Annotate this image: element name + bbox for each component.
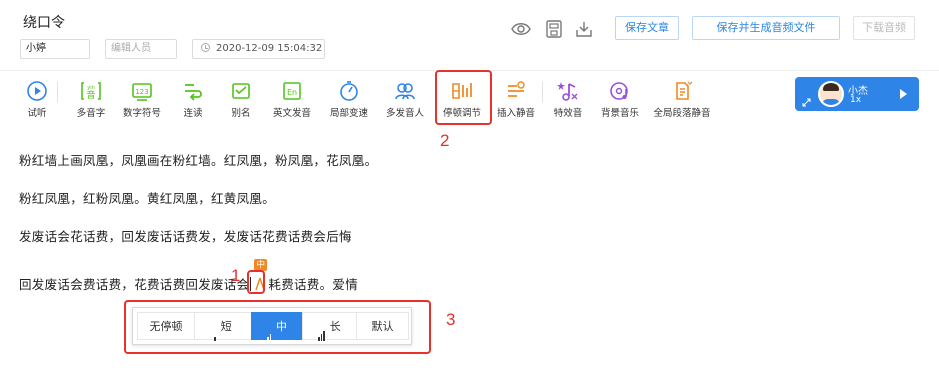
save-and-generate-audio-button[interactable]: 保存并生成音频文件 — [692, 16, 840, 40]
tool-alias[interactable]: 别名 — [229, 80, 253, 119]
voice-speed: 1x — [850, 95, 862, 105]
date-field[interactable]: 2020-12-09 15:04:32 — [192, 39, 325, 59]
annotation-2: 2 — [440, 131, 450, 150]
annotation-3: 3 — [446, 310, 456, 329]
editor-field[interactable]: 编辑人员 — [105, 39, 177, 59]
voice-avatar — [818, 81, 844, 107]
background-music-icon — [610, 82, 628, 100]
download-audio-button[interactable]: 下载音频 — [853, 16, 915, 40]
tool-polyphone-label: 多音字 — [76, 108, 106, 119]
content-line-1[interactable]: 粉红墙上画凤凰，凤凰画在粉红墙。红凤凰，粉凤凰，花凤凰。 — [19, 150, 377, 169]
play-circle-icon — [27, 81, 47, 101]
content-line-4[interactable]: 回发废话会费话费，花费话费回发废话会中耗费话费。爱情 — [19, 259, 359, 293]
tool-number-symbol-label: 数字符号 — [122, 108, 161, 119]
save-article-button[interactable]: 保存文章 — [615, 16, 679, 40]
document-title: 绕口令 — [23, 15, 65, 31]
tool-global-paragraph-silence-label: 全局段落静音 — [653, 108, 711, 119]
pause-tool-highlight — [435, 70, 492, 125]
tool-speed-change-label: 局部变速 — [329, 108, 368, 119]
tool-english-pronounce[interactable]: En 英文发音 — [271, 80, 313, 119]
global-paragraph-silence-icon — [676, 81, 693, 100]
line-4-text-after: 耗费话费。爱情 — [268, 277, 359, 292]
voice-selector[interactable]: 小杰 1x — [795, 77, 919, 111]
line-4-text-before: 回发废话会费话费，花费话费回发废话会 — [19, 277, 250, 292]
english-pronounce-icon: En — [283, 82, 301, 100]
content-line-2[interactable]: 粉红凤凰，红粉凤凰。黄红凤凰，红黄凤凰。 — [19, 188, 275, 207]
liaison-icon — [185, 84, 202, 101]
speed-change-icon — [340, 81, 358, 101]
svg-text:En: En — [287, 88, 297, 97]
content-line-3[interactable]: 发废话会花话费，回发废话话费发，发废话花费话费会后悔 — [19, 226, 352, 245]
date-value: 2020-12-09 15:04:32 — [216, 43, 323, 54]
multi-speaker-icon — [395, 83, 415, 100]
toolbar-divider — [542, 82, 543, 102]
tool-liaison-label: 连读 — [183, 108, 203, 119]
annotation-1: 1 — [231, 266, 241, 285]
tool-background-music-label: 背景音乐 — [600, 108, 639, 119]
voice-play-icon[interactable] — [900, 89, 907, 99]
tool-background-music[interactable]: 背景音乐 — [600, 80, 640, 119]
tool-english-pronounce-label: 英文发音 — [272, 108, 311, 119]
tool-number-symbol[interactable]: 123 数字符号 — [122, 80, 162, 119]
tool-listen-label: 试听 — [27, 108, 47, 119]
cursor-highlight — [247, 270, 265, 294]
svg-text:音: 音 — [86, 89, 95, 101]
clock-icon — [201, 43, 210, 52]
tool-global-paragraph-silence[interactable]: 全局段落静音 — [652, 80, 712, 119]
author-field[interactable]: 小婷 — [20, 39, 90, 59]
tool-alias-label: 别名 — [231, 108, 251, 119]
tool-speed-change[interactable]: 局部变速 — [329, 80, 369, 119]
alias-icon — [232, 83, 250, 99]
insert-silence-icon — [508, 81, 525, 97]
tool-sound-effect-label: 特效音 — [553, 108, 583, 119]
tool-insert-silence-label: 插入静音 — [496, 108, 535, 119]
number-symbol-icon: 123 — [132, 83, 152, 101]
sound-effect-icon — [557, 82, 578, 101]
tool-insert-silence[interactable]: 插入静音 — [496, 80, 536, 119]
polyphone-icon: yin 音 — [81, 82, 101, 101]
download-icon[interactable] — [574, 20, 594, 38]
expand-icon[interactable] — [802, 98, 811, 107]
toolbar-divider — [57, 82, 58, 102]
tool-polyphone[interactable]: yin 音 多音字 — [74, 80, 108, 119]
tool-sound-effect[interactable]: 特效音 — [552, 80, 584, 119]
tool-liaison[interactable]: 连读 — [181, 80, 205, 119]
preview-eye-icon[interactable] — [511, 20, 531, 38]
save-icon[interactable] — [544, 20, 564, 38]
tool-multi-speaker[interactable]: 多发音人 — [385, 80, 425, 119]
tool-listen[interactable]: 试听 — [25, 80, 49, 119]
popup-highlight — [124, 300, 431, 354]
svg-text:123: 123 — [135, 88, 148, 96]
tool-multi-speaker-label: 多发音人 — [385, 108, 424, 119]
